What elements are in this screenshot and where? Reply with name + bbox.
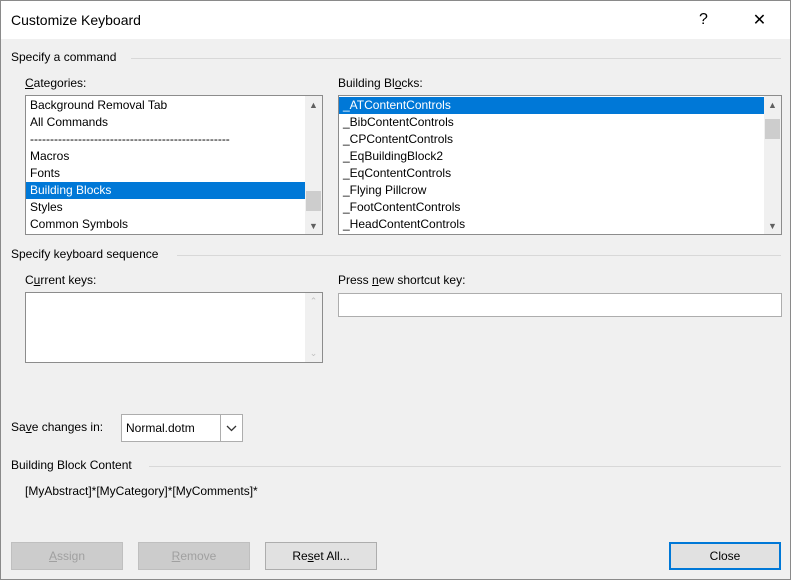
scroll-up-icon[interactable]: ▲ xyxy=(764,96,781,113)
category-item[interactable]: Common Symbols xyxy=(26,216,305,233)
building-block-item[interactable]: _HeadContentControls xyxy=(339,216,764,233)
building-blocks-listbox[interactable]: _ATContentControls _BibContentControls _CP… xyxy=(338,95,782,235)
scroll-thumb[interactable] xyxy=(306,191,321,211)
scroll-down-icon[interactable]: ▼ xyxy=(764,217,781,234)
category-item[interactable]: All Commands xyxy=(26,114,305,131)
help-icon: ? xyxy=(699,11,708,28)
current-keys-listbox[interactable]: ⌃ ⌄ xyxy=(25,292,323,363)
new-shortcut-label: Press new shortcut key: xyxy=(338,273,466,287)
building-blocks-scrollbar[interactable]: ▲ ▼ xyxy=(764,96,781,234)
specify-command-header: Specify a command xyxy=(11,50,117,64)
building-blocks-items: _ATContentControls _BibContentControls _CP… xyxy=(339,97,764,233)
close-button[interactable]: Close xyxy=(669,542,781,570)
section-divider xyxy=(131,58,781,59)
building-block-item[interactable]: _Flying Pillcrow xyxy=(339,182,764,199)
section-divider xyxy=(177,255,781,256)
category-item[interactable]: Background Removal Tab xyxy=(26,97,305,114)
title-bar: Customize Keyboard ? ✕ xyxy=(1,1,790,39)
save-changes-select[interactable]: Normal.dotm xyxy=(121,414,243,442)
building-block-item[interactable]: _FootContentControls xyxy=(339,199,764,216)
help-button[interactable]: ? xyxy=(681,1,726,39)
category-item[interactable]: Fonts xyxy=(26,165,305,182)
scroll-down-icon[interactable]: ▼ xyxy=(305,217,322,234)
categories-scrollbar[interactable]: ▲ ▼ xyxy=(305,96,322,234)
section-divider xyxy=(149,466,781,467)
categories-items: Background Removal Tab All Commands ------… xyxy=(26,97,305,233)
content-text: [MyAbstract]*[MyCategory]*[MyComments]* xyxy=(25,484,258,498)
category-item[interactable]: Macros xyxy=(26,148,305,165)
new-shortcut-input[interactable] xyxy=(338,293,782,317)
dialog-title: Customize Keyboard xyxy=(11,12,141,28)
category-item[interactable]: ----------------------------------------… xyxy=(26,131,305,148)
keyboard-sequence-header: Specify keyboard sequence xyxy=(11,247,159,261)
content-header: Building Block Content xyxy=(11,458,132,472)
save-changes-label: Save changes in: xyxy=(11,420,104,434)
save-changes-value: Normal.dotm xyxy=(126,421,195,435)
chevron-down-icon xyxy=(226,425,237,431)
dropdown-arrow[interactable] xyxy=(220,415,242,441)
reset-all-button[interactable]: Re s et All... xyxy=(265,542,377,570)
category-item[interactable]: Building Blocks xyxy=(26,182,305,199)
close-icon: ✕ xyxy=(752,12,767,29)
remove-button[interactable]: Remove xyxy=(138,542,250,570)
scroll-down-icon: ⌄ xyxy=(309,348,318,358)
building-block-item[interactable]: _BibContentControls xyxy=(339,114,764,131)
building-block-item[interactable]: _EqBuildingBlock2 xyxy=(339,148,764,165)
categories-label: Categories: xyxy=(25,76,87,90)
assign-button[interactable]: Assign xyxy=(11,542,123,570)
building-block-item[interactable]: _CPContentControls xyxy=(339,131,764,148)
close-window-button[interactable]: ✕ xyxy=(737,1,782,39)
scroll-up-icon[interactable]: ▲ xyxy=(305,96,322,113)
building-blocks-label: Building Blocks: xyxy=(338,76,423,90)
customize-keyboard-dialog: Customize Keyboard ? ✕ Specify a command… xyxy=(0,0,791,580)
categories-listbox[interactable]: Background Removal Tab All Commands ------… xyxy=(25,95,323,235)
category-item[interactable]: Styles xyxy=(26,199,305,216)
current-keys-label: Current keys: xyxy=(25,273,97,287)
building-block-item[interactable]: _ATContentControls xyxy=(339,97,764,114)
current-keys-scrollbar: ⌃ ⌄ xyxy=(305,293,322,362)
scroll-up-icon: ⌃ xyxy=(309,296,318,306)
building-block-item[interactable]: _EqContentControls xyxy=(339,165,764,182)
scroll-thumb[interactable] xyxy=(765,119,780,139)
